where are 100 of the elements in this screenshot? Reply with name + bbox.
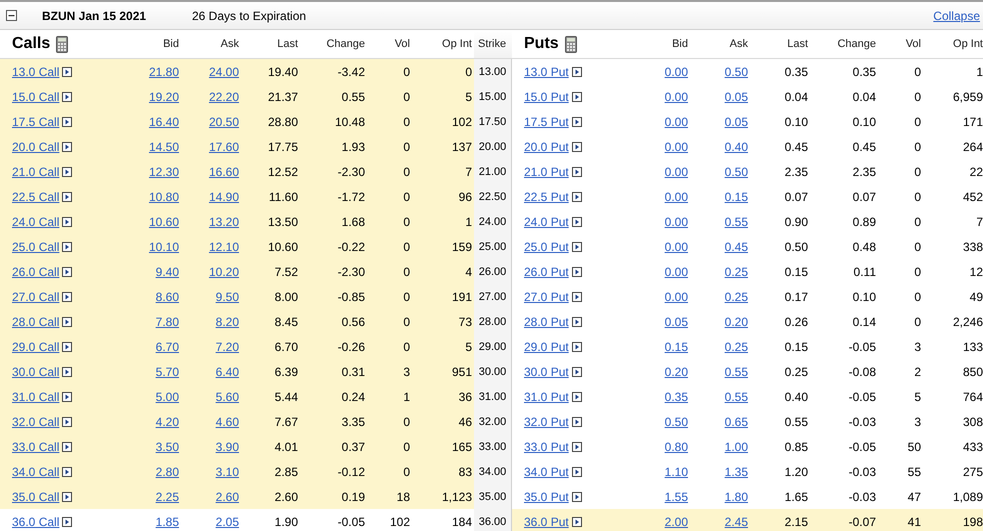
expand-icon[interactable] (62, 292, 72, 302)
ask-link[interactable]: 3.10 (216, 464, 239, 478)
contract-link[interactable]: 28.0 Put (524, 314, 569, 328)
bid-link[interactable]: 21.80 (148, 64, 179, 78)
ask-link[interactable]: 0.40 (724, 140, 748, 154)
ask-link[interactable]: 7.20 (216, 340, 239, 354)
bid-link[interactable]: 7.80 (156, 314, 179, 328)
bid-link[interactable]: 0.00 (664, 290, 688, 304)
expand-icon[interactable] (62, 66, 72, 76)
bid-link[interactable]: 5.70 (156, 364, 179, 378)
expand-icon[interactable] (62, 416, 72, 426)
bid-link[interactable]: 0.15 (664, 340, 688, 354)
bid-link[interactable]: 0.35 (664, 390, 688, 404)
contract-link[interactable]: 32.0 Put (524, 414, 569, 428)
expand-icon[interactable] (62, 92, 72, 102)
expand-icon[interactable] (62, 192, 72, 202)
expand-icon[interactable] (572, 242, 582, 252)
contract-link[interactable]: 22.5 Put (524, 190, 569, 204)
ask-link[interactable]: 20.50 (208, 114, 239, 128)
contract-link[interactable]: 17.5 Call (12, 114, 60, 128)
expand-icon[interactable] (62, 366, 72, 376)
contract-link[interactable]: 15.0 Call (12, 90, 60, 104)
bid-link[interactable]: 0.00 (664, 90, 688, 104)
ask-link[interactable]: 0.20 (724, 314, 748, 328)
contract-link[interactable]: 29.0 Call (12, 340, 60, 354)
bid-link[interactable]: 0.05 (664, 314, 688, 328)
ask-link[interactable]: 2.60 (216, 490, 239, 504)
bid-link[interactable]: 0.20 (664, 364, 688, 378)
expand-icon[interactable] (572, 142, 582, 152)
contract-link[interactable]: 35.0 Put (524, 490, 569, 504)
ask-link[interactable]: 3.90 (216, 440, 239, 454)
contract-link[interactable]: 25.0 Put (524, 240, 569, 254)
bid-link[interactable]: 0.00 (664, 190, 688, 204)
contract-link[interactable]: 24.0 Call (12, 214, 60, 228)
contract-link[interactable]: 27.0 Call (12, 290, 60, 304)
expand-icon[interactable] (572, 492, 582, 502)
contract-link[interactable]: 13.0 Put (524, 64, 569, 78)
expand-icon[interactable] (572, 416, 582, 426)
bid-link[interactable]: 0.00 (664, 114, 688, 128)
contract-link[interactable]: 21.0 Put (524, 164, 569, 178)
expand-icon[interactable] (572, 466, 582, 476)
expand-icon[interactable] (62, 116, 72, 126)
expand-icon[interactable] (572, 266, 582, 276)
bid-link[interactable]: 1.85 (156, 514, 179, 528)
bid-link[interactable]: 16.40 (148, 114, 179, 128)
calculator-icon[interactable] (56, 36, 68, 52)
ask-link[interactable]: 0.50 (724, 164, 748, 178)
expand-icon[interactable] (572, 192, 582, 202)
ask-link[interactable]: 2.05 (216, 514, 239, 528)
expand-icon[interactable] (572, 442, 582, 452)
ask-link[interactable]: 6.40 (216, 364, 239, 378)
ask-link[interactable]: 1.80 (724, 490, 748, 504)
bid-link[interactable]: 19.20 (148, 90, 179, 104)
ask-link[interactable]: 0.15 (724, 190, 748, 204)
collapse-link[interactable]: Collapse (933, 8, 980, 22)
contract-link[interactable]: 29.0 Put (524, 340, 569, 354)
expand-icon[interactable] (62, 492, 72, 502)
contract-link[interactable]: 32.0 Call (12, 414, 60, 428)
ask-link[interactable]: 1.00 (724, 440, 748, 454)
expand-icon[interactable] (572, 216, 582, 226)
ask-link[interactable]: 0.25 (724, 290, 748, 304)
ask-link[interactable]: 4.60 (216, 414, 239, 428)
ask-link[interactable]: 9.50 (216, 290, 239, 304)
bid-link[interactable]: 8.60 (156, 290, 179, 304)
bid-link[interactable]: 5.00 (156, 390, 179, 404)
expand-icon[interactable] (62, 142, 72, 152)
expand-icon[interactable] (62, 516, 72, 526)
ask-link[interactable]: 22.20 (208, 90, 239, 104)
bid-link[interactable]: 2.25 (156, 490, 179, 504)
ask-link[interactable]: 10.20 (208, 264, 239, 278)
expand-icon[interactable] (62, 442, 72, 452)
calculator-icon[interactable] (564, 36, 577, 52)
contract-link[interactable]: 17.5 Put (524, 114, 569, 128)
ask-link[interactable]: 0.55 (724, 214, 748, 228)
ask-link[interactable]: 0.05 (724, 114, 748, 128)
bid-link[interactable]: 12.30 (148, 164, 179, 178)
expand-icon[interactable] (572, 316, 582, 326)
expand-icon[interactable] (572, 166, 582, 176)
bid-link[interactable]: 0.00 (664, 240, 688, 254)
bid-link[interactable]: 2.80 (156, 464, 179, 478)
contract-link[interactable]: 20.0 Call (12, 140, 60, 154)
bid-link[interactable]: 0.00 (664, 214, 688, 228)
contract-link[interactable]: 30.0 Put (524, 364, 569, 378)
bid-link[interactable]: 10.10 (148, 240, 179, 254)
bid-link[interactable]: 0.00 (664, 164, 688, 178)
expand-icon[interactable] (62, 466, 72, 476)
bid-link[interactable]: 0.50 (664, 414, 688, 428)
ask-link[interactable]: 0.50 (724, 64, 748, 78)
expand-icon[interactable] (572, 366, 582, 376)
expand-icon[interactable] (572, 392, 582, 402)
bid-link[interactable]: 9.40 (156, 264, 179, 278)
expand-icon[interactable] (62, 216, 72, 226)
contract-link[interactable]: 34.0 Call (12, 464, 60, 478)
contract-link[interactable]: 26.0 Call (12, 264, 60, 278)
contract-link[interactable]: 13.0 Call (12, 64, 60, 78)
expand-icon[interactable] (62, 316, 72, 326)
ask-link[interactable]: 0.55 (724, 390, 748, 404)
expand-icon[interactable] (572, 292, 582, 302)
ask-link[interactable]: 5.60 (216, 390, 239, 404)
bid-link[interactable]: 10.60 (148, 214, 179, 228)
